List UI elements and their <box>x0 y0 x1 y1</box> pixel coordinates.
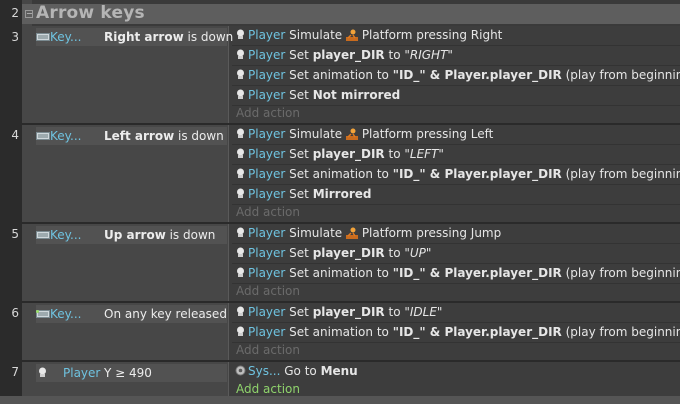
platform-behavior-icon <box>346 128 358 140</box>
condition-column: Key... Up arrow is down <box>32 224 229 301</box>
condition-text: Y ≥ 490 <box>104 366 152 380</box>
action-row[interactable]: Player Set animation to "ID_" & Player.p… <box>232 323 680 343</box>
row-number: 4 <box>11 128 19 142</box>
condition-object: Key... <box>50 129 82 143</box>
action-object: Player <box>248 266 286 280</box>
action-row[interactable]: Player Set player_DIR to "LEFT" <box>232 145 680 165</box>
event-block[interactable]: Player Y ≥ 490 Sys... Go to Menu Add act… <box>32 362 680 398</box>
event-block[interactable]: Key... On any key released Player Set pl… <box>32 303 680 360</box>
add-action-link[interactable]: Add action <box>236 343 300 357</box>
action-row[interactable]: Player Set animation to "ID_" & Player.p… <box>232 165 680 185</box>
collapse-toggle-icon[interactable]: − <box>25 10 33 18</box>
action-row[interactable]: Player Set animation to "ID_" & Player.p… <box>232 66 680 86</box>
action-object: Player <box>248 305 286 319</box>
group-title: Arrow keys <box>36 3 145 23</box>
player-sprite-icon <box>237 89 244 99</box>
player-sprite-icon <box>237 306 244 316</box>
player-sprite-icon <box>237 148 244 158</box>
row-number: 7 <box>11 365 19 379</box>
action-object: Player <box>248 187 286 201</box>
condition-object: Key... <box>50 30 82 44</box>
action-row[interactable]: Sys... Go to Menu <box>232 362 680 381</box>
action-row[interactable]: Player Simulate Platform pressing Jump <box>232 224 680 244</box>
action-row[interactable]: Player Set player_DIR to "UP" <box>232 244 680 264</box>
condition-key: Up arrow <box>104 228 166 242</box>
player-sprite-icon <box>237 247 244 257</box>
row-number: 2 <box>11 6 19 20</box>
condition-key: Right arrow <box>104 30 184 44</box>
keyboard-icon <box>36 132 50 140</box>
scroll-edge <box>0 396 680 404</box>
player-sprite-icon <box>237 128 244 138</box>
action-object: Player <box>248 88 286 102</box>
system-gear-icon <box>235 365 246 376</box>
action-object: Player <box>248 48 286 62</box>
condition-row[interactable]: Key... On any key released <box>36 305 227 323</box>
condition-key: Left arrow <box>104 129 175 143</box>
player-sprite-icon <box>237 49 244 59</box>
condition-column: Key... On any key released <box>32 303 229 360</box>
action-object: Player <box>248 28 286 42</box>
keyboard-icon <box>36 231 50 239</box>
row-number: 3 <box>11 30 19 44</box>
condition-text: is down <box>183 30 234 44</box>
event-block[interactable]: Key... Right arrow is down Player Simula… <box>32 26 680 123</box>
player-sprite-icon <box>237 69 244 79</box>
action-row[interactable]: Player Set Mirrored <box>232 185 680 205</box>
condition-row[interactable]: Key... Up arrow is down <box>36 226 227 244</box>
player-sprite-icon <box>237 188 244 198</box>
group-indent-bar <box>22 0 32 404</box>
condition-text: On any key released <box>104 307 227 321</box>
action-row[interactable]: Player Set animation to "ID_" & Player.p… <box>232 264 680 284</box>
action-row[interactable]: Player Simulate Platform pressing Right <box>232 26 680 46</box>
condition-object: Player <box>63 366 101 380</box>
action-object: Player <box>248 147 286 161</box>
action-object: Player <box>248 167 286 181</box>
action-object: Player <box>248 68 286 82</box>
action-object: Player <box>248 325 286 339</box>
event-block[interactable]: Key... Up arrow is down Player Simulate … <box>32 224 680 301</box>
condition-column: Key... Right arrow is down <box>32 26 233 123</box>
action-object: Player <box>248 226 286 240</box>
player-sprite-icon <box>237 29 244 39</box>
condition-row[interactable]: Player Y ≥ 490 <box>36 364 227 382</box>
condition-column: Key... Left arrow is down <box>32 125 229 222</box>
condition-object: Key... <box>50 228 82 242</box>
player-sprite-icon <box>237 168 244 178</box>
condition-text: is down <box>165 228 216 242</box>
platform-behavior-icon <box>346 227 358 239</box>
row-number: 5 <box>11 227 19 241</box>
player-sprite-icon <box>237 326 244 336</box>
action-row[interactable]: Player Set player_DIR to "RIGHT" <box>232 46 680 66</box>
condition-row[interactable]: Key... Left arrow is down <box>36 127 227 145</box>
action-row[interactable]: Player Set Not mirrored <box>232 86 680 106</box>
player-sprite-icon <box>39 367 46 377</box>
condition-object: Key... <box>50 307 82 321</box>
player-sprite-icon <box>237 267 244 277</box>
add-action-link[interactable]: Add action <box>236 382 300 396</box>
add-action-link[interactable]: Add action <box>236 106 300 120</box>
row-number: 6 <box>11 306 19 320</box>
action-object: Player <box>248 127 286 141</box>
action-row[interactable]: Player Simulate Platform pressing Left <box>232 125 680 145</box>
event-block[interactable]: Key... Left arrow is down Player Simulat… <box>32 125 680 222</box>
add-action-link[interactable]: Add action <box>236 284 300 298</box>
player-sprite-icon <box>237 227 244 237</box>
action-object: Player <box>248 246 286 260</box>
platform-behavior-icon <box>346 29 358 41</box>
group-header[interactable]: − Arrow keys <box>22 3 680 24</box>
keyboard-icon <box>36 33 50 41</box>
action-object: Sys... <box>248 364 281 378</box>
keyboard-released-icon <box>36 310 50 318</box>
action-row[interactable]: Player Set player_DIR to "IDLE" <box>232 303 680 323</box>
condition-row[interactable]: Key... Right arrow is down <box>36 28 233 46</box>
condition-text: is down <box>174 129 224 143</box>
line-number-gutter <box>0 0 22 404</box>
condition-column: Player Y ≥ 490 <box>32 362 229 398</box>
add-action-link[interactable]: Add action <box>236 205 300 219</box>
